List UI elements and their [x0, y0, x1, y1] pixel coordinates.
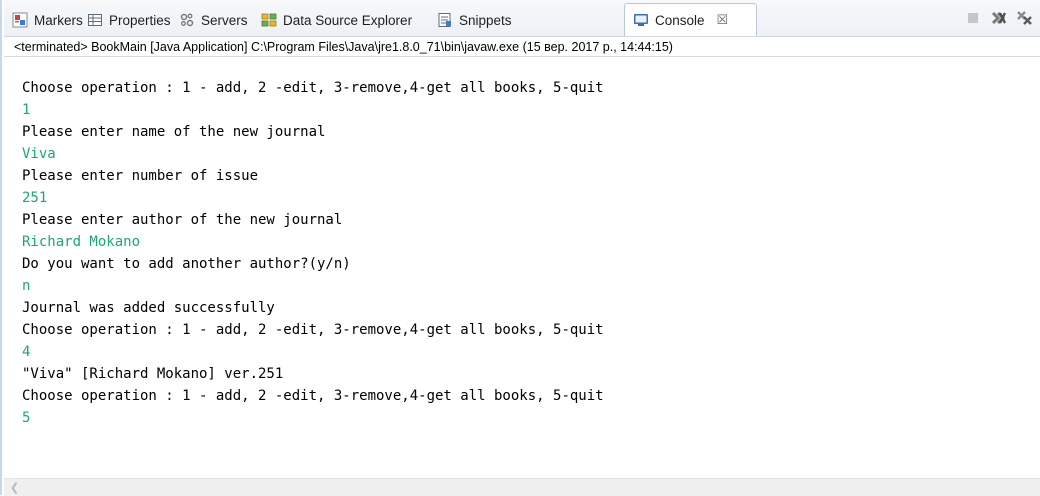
horizontal-scrollbar[interactable]: ❮	[4, 478, 1040, 496]
console-input-line: 1	[22, 102, 31, 118]
tab-data-source-explorer[interactable]: Data Source Explorer	[261, 7, 412, 33]
tab-label: Servers	[201, 12, 248, 28]
tab-properties[interactable]: Properties	[87, 7, 171, 33]
console-output-line: "Viva" [Richard Mokano] ver.251	[22, 366, 284, 382]
launch-status-line: <terminated> BookMain [Java Application]…	[4, 37, 1040, 57]
terminate-icon[interactable]	[964, 9, 982, 27]
remove-all-terminated-icon[interactable]	[1016, 9, 1034, 27]
console-input-line: 4	[22, 344, 31, 360]
console-input-line: 251	[22, 190, 48, 206]
data-source-explorer-icon	[261, 12, 277, 28]
console-output-line: Do you want to add another author?(y/n)	[22, 256, 351, 272]
console-view: Markers Properties Servers Data Source E…	[0, 0, 1040, 496]
console-input-line: Viva	[22, 146, 56, 162]
console-output-line: Choose operation : 1 - add, 2 -edit, 3-r…	[22, 388, 604, 404]
console-toolbar	[964, 9, 1034, 27]
tab-console[interactable]: Console ☒	[624, 3, 757, 36]
console-output-line: Please enter name of the new journal	[22, 124, 326, 140]
view-tab-bar: Markers Properties Servers Data Source E…	[4, 0, 1040, 37]
close-icon[interactable]: ☒	[717, 12, 729, 28]
tab-label: Properties	[109, 12, 171, 28]
snippets-icon	[437, 12, 453, 28]
properties-icon	[87, 12, 103, 28]
servers-icon	[179, 12, 195, 28]
console-input-line: n	[22, 278, 31, 294]
console-output-line: Please enter number of issue	[22, 168, 259, 184]
console-input-line: Richard Mokano	[22, 234, 141, 250]
tab-markers[interactable]: Markers	[12, 7, 83, 33]
tab-servers[interactable]: Servers	[179, 7, 248, 33]
console-output-line: Choose operation : 1 - add, 2 -edit, 3-r…	[22, 80, 604, 96]
remove-launch-icon[interactable]	[990, 9, 1008, 27]
tab-label: Console	[655, 12, 705, 28]
markers-icon	[12, 12, 28, 28]
console-input-line: 5	[22, 410, 31, 426]
scroll-left-icon[interactable]: ❮	[10, 481, 19, 494]
tab-label: Snippets	[459, 12, 512, 28]
tab-snippets[interactable]: Snippets	[437, 7, 512, 33]
console-output[interactable]: Choose operation : 1 - add, 2 -edit, 3-r…	[4, 58, 1040, 478]
console-icon	[633, 12, 649, 28]
console-output-line: Choose operation : 1 - add, 2 -edit, 3-r…	[22, 322, 604, 338]
tab-label: Markers	[34, 12, 83, 28]
console-output-line: Please enter author of the new journal	[22, 212, 343, 228]
console-output-line: Journal was added successfully	[22, 300, 275, 316]
tab-label: Data Source Explorer	[283, 12, 413, 28]
